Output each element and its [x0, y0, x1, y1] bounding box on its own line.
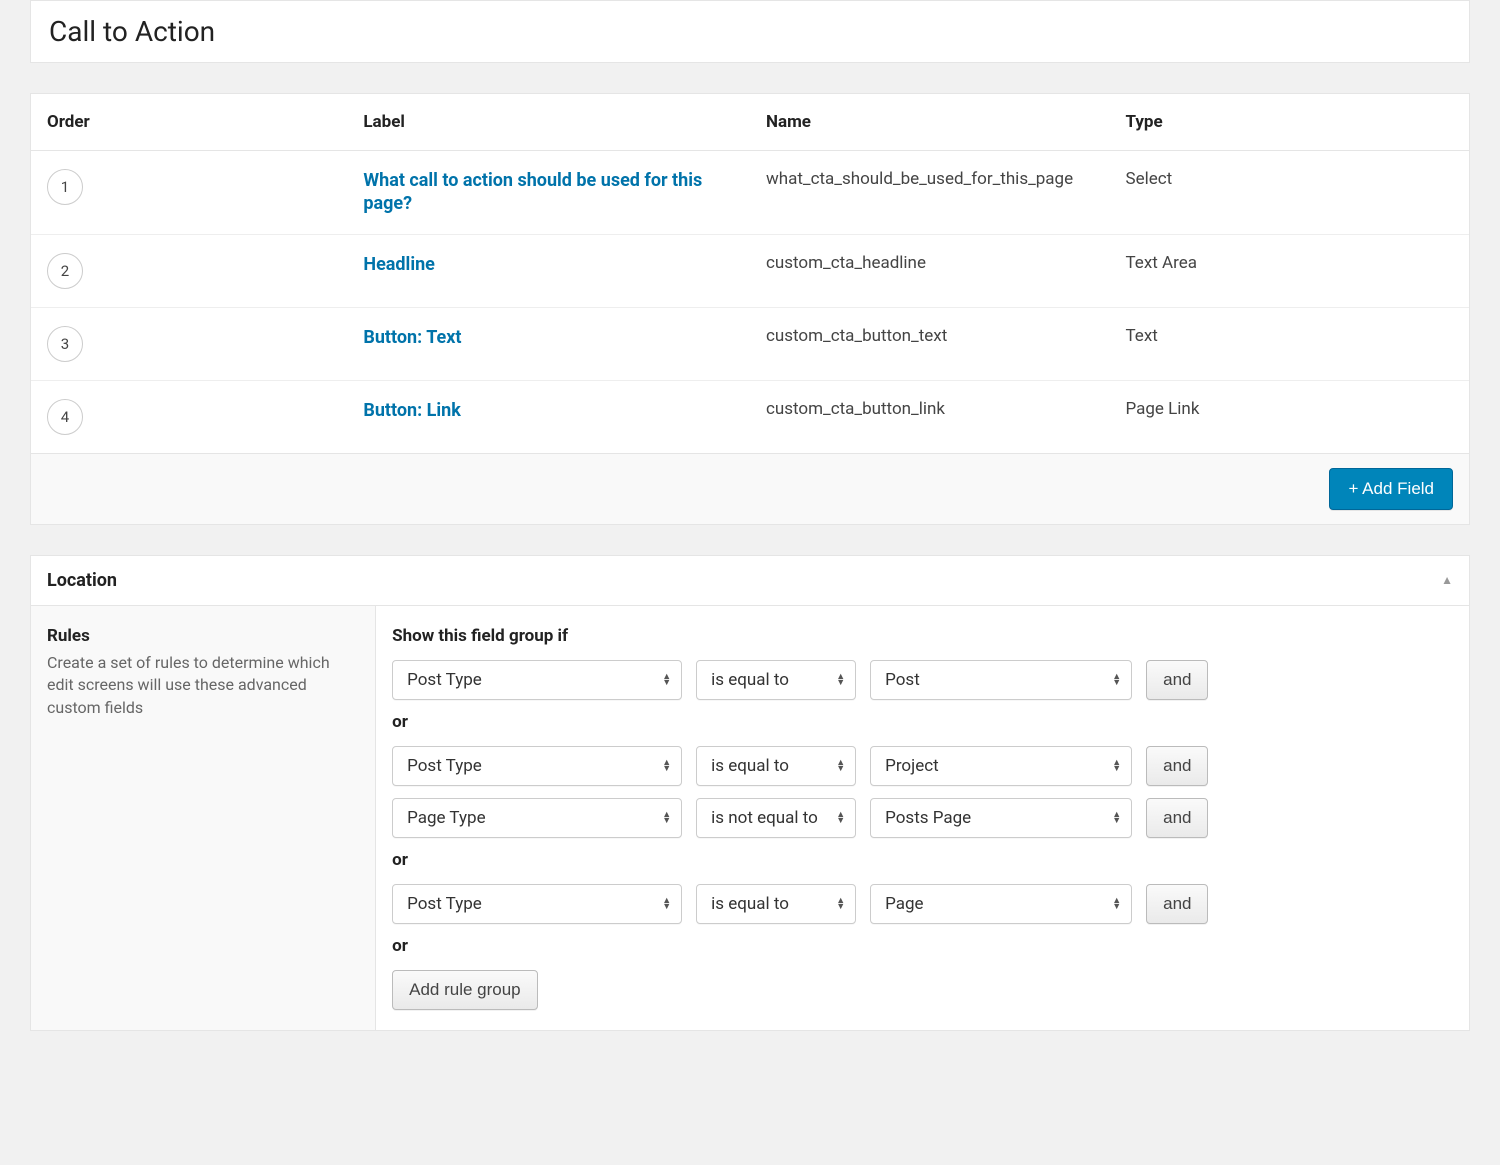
or-label: or — [392, 936, 1453, 956]
add-field-button[interactable]: + Add Field — [1329, 468, 1453, 510]
chevron-up-down-icon: ▲▼ — [662, 898, 671, 910]
chevron-up-down-icon: ▲▼ — [662, 760, 671, 772]
location-panel: Location ▲ Rules Create a set of rules t… — [30, 555, 1470, 1031]
chevron-up-down-icon: ▲▼ — [662, 674, 671, 686]
rule-operator-select[interactable]: is equal to▲▼ — [696, 746, 856, 786]
field-type: Text — [1125, 326, 1157, 346]
table-row[interactable]: 3 Button: Text custom_cta_button_text Text — [31, 307, 1469, 380]
chevron-up-down-icon: ▲▼ — [1112, 812, 1121, 824]
and-button[interactable]: and — [1146, 884, 1208, 924]
order-circle[interactable]: 1 — [47, 169, 83, 205]
or-label: or — [392, 850, 1453, 870]
col-header-name: Name — [750, 94, 1110, 151]
chevron-up-down-icon: ▲▼ — [836, 812, 845, 824]
rule-param-select[interactable]: Post Type▲▼ — [392, 660, 682, 700]
chevron-up-down-icon: ▲▼ — [1112, 898, 1121, 910]
field-label-link[interactable]: Headline — [363, 253, 435, 276]
fields-table-body: 1 What call to action should be used for … — [31, 151, 1469, 454]
and-button[interactable]: and — [1146, 798, 1208, 838]
field-type: Text Area — [1125, 253, 1197, 273]
order-circle[interactable]: 3 — [47, 326, 83, 362]
field-label-link[interactable]: What call to action should be used for t… — [363, 169, 734, 216]
chevron-up-down-icon: ▲▼ — [836, 760, 845, 772]
rules-description: Create a set of rules to determine which… — [47, 652, 359, 719]
location-heading: Show this field group if — [392, 626, 1453, 646]
rule-param-select[interactable]: Page Type▲▼ — [392, 798, 682, 838]
rule-row: Page Type▲▼ is not equal to▲▼ Posts Page▲▼… — [392, 798, 1453, 838]
rule-value-select[interactable]: Project▲▼ — [870, 746, 1132, 786]
col-header-label: Label — [347, 94, 750, 151]
rules-title: Rules — [47, 626, 359, 646]
rule-row: Post Type▲▼ is equal to▲▼ Project▲▼ and — [392, 746, 1453, 786]
field-label-link[interactable]: Button: Link — [363, 399, 461, 422]
or-label: or — [392, 712, 1453, 732]
chevron-up-down-icon: ▲▼ — [1112, 674, 1121, 686]
fields-table: Order Label Name Type 1 What call to acti… — [31, 94, 1469, 454]
order-circle[interactable]: 4 — [47, 399, 83, 435]
order-circle[interactable]: 2 — [47, 253, 83, 289]
rule-param-select[interactable]: Post Type▲▼ — [392, 884, 682, 924]
add-rule-group-button[interactable]: Add rule group — [392, 970, 538, 1010]
rule-operator-select[interactable]: is equal to▲▼ — [696, 884, 856, 924]
field-name: what_cta_should_be_used_for_this_page — [766, 169, 1073, 189]
location-content: Show this field group if Post Type▲▼ is e… — [376, 606, 1469, 1030]
rule-row: Post Type▲▼ is equal to▲▼ Post▲▼ and — [392, 660, 1453, 700]
col-header-type: Type — [1109, 94, 1469, 151]
table-row[interactable]: 2 Headline custom_cta_headline Text Area — [31, 234, 1469, 307]
field-name: custom_cta_headline — [766, 253, 926, 273]
field-type: Select — [1125, 169, 1172, 189]
field-type: Page Link — [1125, 399, 1199, 419]
field-label-link[interactable]: Button: Text — [363, 326, 461, 349]
rule-value-select[interactable]: Page▲▼ — [870, 884, 1132, 924]
rule-value-select[interactable]: Post▲▼ — [870, 660, 1132, 700]
chevron-up-down-icon: ▲▼ — [1112, 760, 1121, 772]
chevron-up-down-icon: ▲▼ — [836, 898, 845, 910]
table-row[interactable]: 1 What call to action should be used for … — [31, 151, 1469, 235]
rule-operator-select[interactable]: is equal to▲▼ — [696, 660, 856, 700]
location-header: Location ▲ — [31, 556, 1469, 606]
location-body: Rules Create a set of rules to determine… — [31, 606, 1469, 1030]
col-header-order: Order — [31, 94, 347, 151]
fields-panel-footer: + Add Field — [31, 454, 1469, 524]
chevron-up-down-icon: ▲▼ — [836, 674, 845, 686]
rule-param-select[interactable]: Post Type▲▼ — [392, 746, 682, 786]
table-row[interactable]: 4 Button: Link custom_cta_button_link Page … — [31, 380, 1469, 453]
title-panel: Call to Action — [30, 0, 1470, 63]
and-button[interactable]: and — [1146, 660, 1208, 700]
rule-operator-select[interactable]: is not equal to▲▼ — [696, 798, 856, 838]
rule-value-select[interactable]: Posts Page▲▼ — [870, 798, 1132, 838]
field-name: custom_cta_button_link — [766, 399, 945, 419]
rule-groups-container: Post Type▲▼ is equal to▲▼ Post▲▼ and or Post … — [392, 660, 1453, 1010]
collapse-icon[interactable]: ▲ — [1441, 573, 1453, 587]
field-name: custom_cta_button_text — [766, 326, 947, 346]
and-button[interactable]: and — [1146, 746, 1208, 786]
page-title: Call to Action — [31, 1, 1469, 62]
location-sidebar: Rules Create a set of rules to determine… — [31, 606, 376, 1030]
location-title: Location — [47, 570, 117, 591]
chevron-up-down-icon: ▲▼ — [662, 812, 671, 824]
rule-row: Post Type▲▼ is equal to▲▼ Page▲▼ and — [392, 884, 1453, 924]
fields-panel: Order Label Name Type 1 What call to acti… — [30, 93, 1470, 525]
